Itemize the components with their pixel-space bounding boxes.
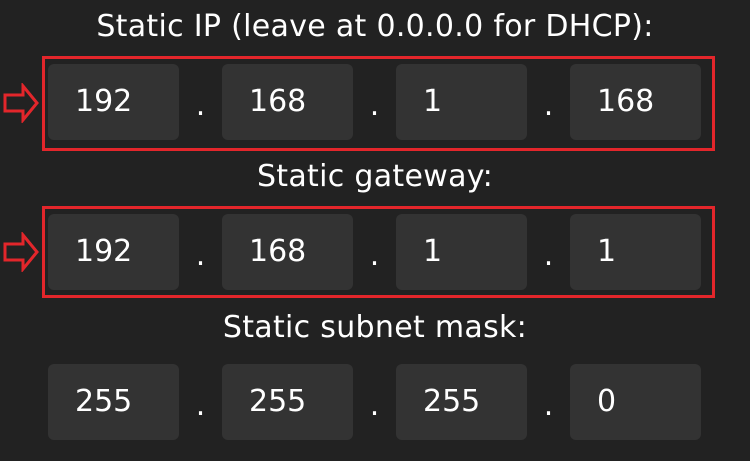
static-gateway-label: Static gateway: (256, 159, 494, 194)
static-subnet-mask-row: . . . (48, 364, 708, 440)
static-gateway-octet-4[interactable] (570, 214, 701, 290)
octet-separator: . (195, 238, 206, 273)
static-subnet-mask-octet-2[interactable] (222, 364, 353, 440)
octet-separator: . (369, 388, 380, 423)
static-subnet-mask-octet-3[interactable] (396, 364, 527, 440)
static-ip-octet-4[interactable] (570, 64, 701, 140)
static-ip-octet-1[interactable] (48, 64, 179, 140)
static-ip-octet-2[interactable] (222, 64, 353, 140)
static-gateway-octet-3[interactable] (396, 214, 527, 290)
static-ip-row: . . . (48, 64, 708, 140)
static-gateway-octet-2[interactable] (222, 214, 353, 290)
static-subnet-mask-octet-4[interactable] (570, 364, 701, 440)
octet-separator: . (543, 388, 554, 423)
network-settings-panel: Static IP (leave at 0.0.0.0 for DHCP): .… (0, 0, 750, 461)
static-ip-label: Static IP (leave at 0.0.0.0 for DHCP): (96, 9, 654, 44)
static-subnet-mask-octet-1[interactable] (48, 364, 179, 440)
static-gateway-octet-1[interactable] (48, 214, 179, 290)
static-ip-octet-3[interactable] (396, 64, 527, 140)
octet-separator: . (543, 238, 554, 273)
octet-separator: . (195, 88, 206, 123)
static-subnet-mask-label: Static subnet mask: (222, 310, 528, 345)
octet-separator: . (369, 238, 380, 273)
octet-separator: . (543, 88, 554, 123)
static-gateway-row: . . . (48, 214, 708, 290)
right-arrow-outline-icon (3, 232, 39, 272)
octet-separator: . (195, 388, 206, 423)
octet-separator: . (369, 88, 380, 123)
right-arrow-outline-icon (3, 83, 39, 123)
